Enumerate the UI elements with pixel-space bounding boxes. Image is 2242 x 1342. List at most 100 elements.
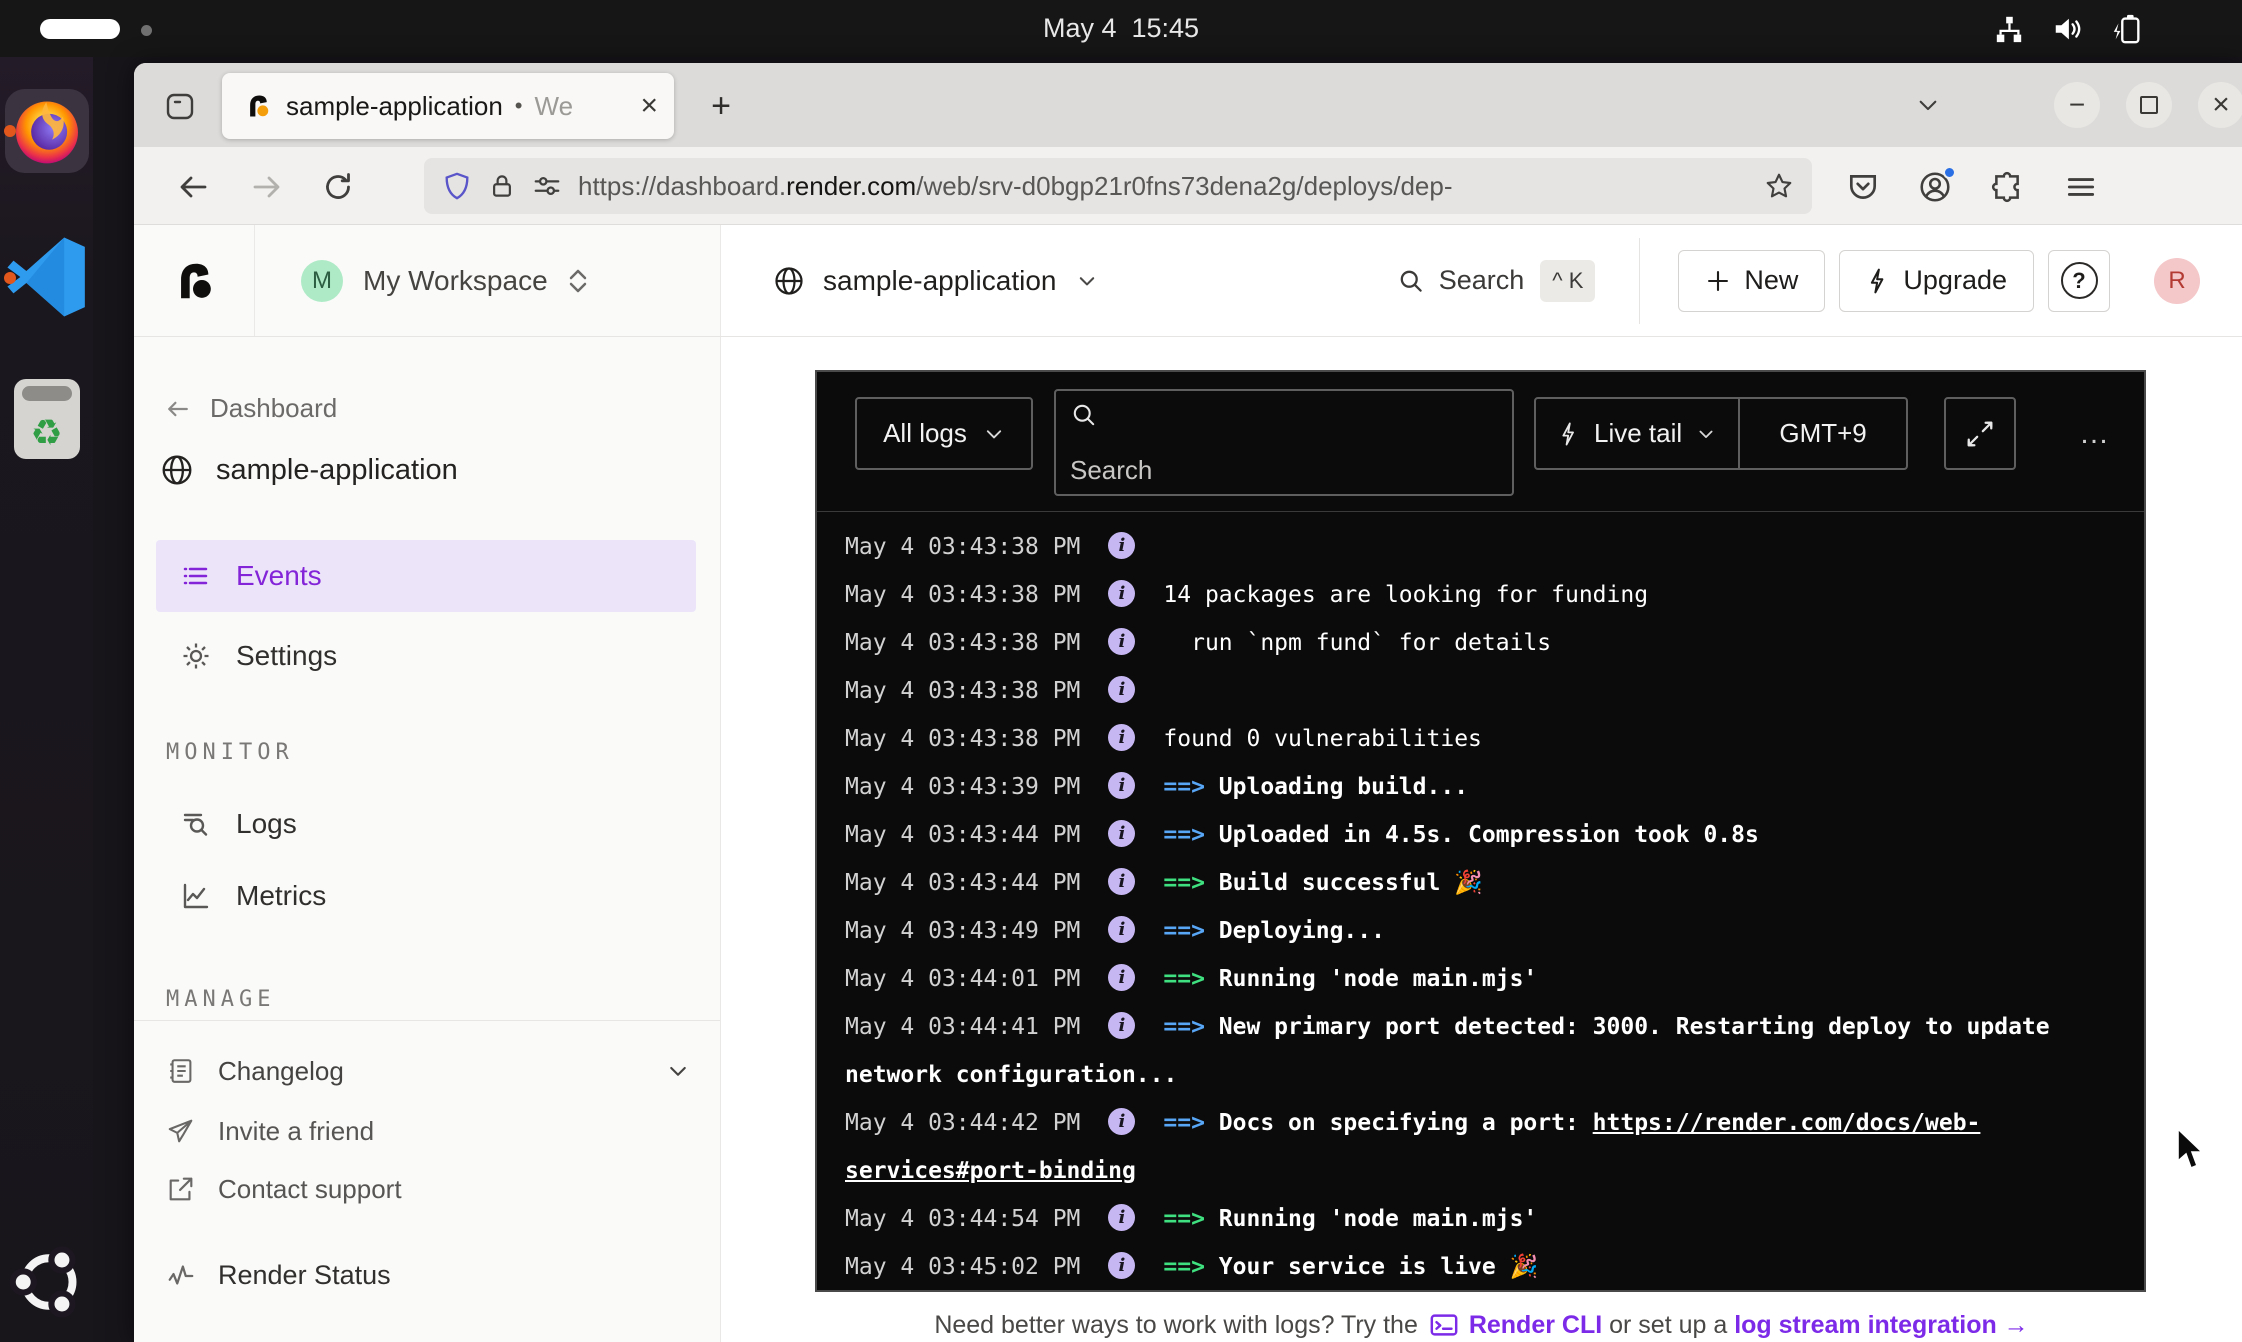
app-header: M My Workspace sample-application <box>134 225 2242 337</box>
log-message: ==> Uploading build... <box>1163 774 1468 800</box>
browser-tab[interactable]: sample-application • We × <box>222 73 674 139</box>
window-minimize-button[interactable]: − <box>2054 82 2100 128</box>
tab-close-button[interactable]: × <box>640 91 658 121</box>
sidebar-service-name[interactable]: sample-application <box>160 453 458 487</box>
sidebar-item-contact-support[interactable]: Contact support <box>166 1161 690 1217</box>
log-message: ==> Uploaded in 4.5s. Compression took 0… <box>1163 822 1758 848</box>
sidebar-item-render-status[interactable]: Render Status <box>166 1247 690 1303</box>
info-icon[interactable]: i <box>1108 580 1135 607</box>
timezone-button[interactable]: GMT+9 <box>1740 418 1906 449</box>
bookmark-star-icon[interactable] <box>1764 171 1794 201</box>
firefox-view-button[interactable] <box>158 87 202 125</box>
sidebar-item-metrics[interactable]: Metrics <box>156 860 696 932</box>
search-shortcut-badge: ^ K <box>1540 260 1595 302</box>
upgrade-button[interactable]: Upgrade <box>1839 250 2034 312</box>
logs-footer-hint: Need better ways to work with logs? Try … <box>721 1310 2242 1340</box>
hamburger-menu-icon[interactable] <box>2064 170 2098 204</box>
log-arrow-blue: ==> <box>1163 1110 1218 1136</box>
live-tail-dropdown[interactable]: Live tail <box>1536 399 1738 468</box>
render-favicon <box>244 92 272 120</box>
log-timestamp: May 4 03:43:38 PM <box>845 678 1080 704</box>
log-message: found 0 vulnerabilities <box>1163 726 1482 752</box>
info-icon[interactable]: i <box>1108 532 1135 559</box>
chevron-up-down-icon <box>566 265 590 297</box>
main-content: All logs Search <box>721 337 2242 1342</box>
log-search-input[interactable]: Search <box>1054 389 1514 496</box>
info-icon[interactable]: i <box>1108 964 1135 991</box>
help-button[interactable]: ? <box>2048 250 2110 312</box>
log-timestamp: May 4 03:43:38 PM <box>845 630 1080 656</box>
extensions-icon[interactable] <box>1990 170 2024 204</box>
ubuntu-logo-icon <box>3 1238 91 1326</box>
dock-firefox[interactable] <box>0 89 93 173</box>
system-clock[interactable]: May 4 15:45 <box>0 0 2242 57</box>
service-selector[interactable]: sample-application <box>773 265 1098 297</box>
workspace-selector[interactable]: M My Workspace <box>255 225 721 336</box>
log-arrow-green: ==> <box>1163 966 1218 992</box>
new-button[interactable]: New <box>1678 250 1825 312</box>
sidebar-item-invite-friend[interactable]: Invite a friend <box>166 1103 690 1159</box>
lock-icon[interactable] <box>488 172 516 200</box>
back-button[interactable] <box>178 171 210 203</box>
info-icon[interactable]: i <box>1108 724 1135 751</box>
log-arrow-green: ==> <box>1163 1206 1218 1232</box>
sidebar-item-events[interactable]: Events <box>156 540 696 612</box>
log-arrow-blue: ==> <box>1163 774 1218 800</box>
tracking-shield-icon[interactable] <box>442 171 472 201</box>
log-row: May 4 03:43:49 PMi==> Deploying... <box>845 907 2116 955</box>
window-maximize-button[interactable] <box>2126 82 2172 128</box>
workspace-name: My Workspace <box>363 265 548 297</box>
info-icon[interactable]: i <box>1108 1108 1135 1135</box>
info-icon[interactable]: i <box>1108 1252 1135 1279</box>
new-tab-button[interactable]: + <box>696 81 746 131</box>
forward-button[interactable] <box>250 171 282 203</box>
sidebar-item-logs[interactable]: Logs <box>156 788 696 860</box>
info-icon[interactable]: i <box>1108 628 1135 655</box>
log-arrow-blue: ==> <box>1163 1014 1218 1040</box>
info-icon[interactable]: i <box>1108 772 1135 799</box>
dock-show-apps-ubuntu[interactable] <box>0 1238 93 1326</box>
log-row: May 4 03:43:44 PM i ==> Uploaded in 4.5s. … <box>845 811 2116 859</box>
global-search[interactable]: Search ^ K <box>1397 260 1596 302</box>
info-icon[interactable]: i <box>1108 676 1135 703</box>
log-timestamp: May 4 03:43:44 PM <box>845 822 1080 848</box>
account-icon[interactable] <box>1918 170 1952 204</box>
log-body[interactable]: May 4 03:43:38 PMiMay 4 03:43:38 PMi14 p… <box>817 513 2144 1290</box>
lightning-icon <box>1866 267 1890 295</box>
trash-icon: ♻ <box>14 379 80 459</box>
log-stream-integration-link[interactable]: log stream integration → <box>1734 1311 2028 1340</box>
log-row: May 4 03:45:02 PMi==> Your service is li… <box>845 1243 2116 1290</box>
sidebar-back-to-dashboard[interactable]: Dashboard <box>164 393 337 424</box>
dock-trash[interactable]: ♻ <box>0 379 93 459</box>
render-logo-cell[interactable] <box>134 225 255 336</box>
workspace-avatar: M <box>301 260 343 302</box>
info-icon[interactable]: i <box>1108 1204 1135 1231</box>
url-bar[interactable]: https://dashboard.render.com/web/srv-d0b… <box>424 158 1812 214</box>
globe-icon <box>160 453 194 487</box>
header-actions: Search ^ K New Upgrade ? <box>1397 238 2242 324</box>
volume-icon <box>2052 14 2082 44</box>
info-icon[interactable]: i <box>1108 820 1135 847</box>
dock-vscode[interactable] <box>0 232 93 322</box>
list-all-tabs-button[interactable] <box>1906 85 1950 125</box>
log-filter-dropdown[interactable]: All logs <box>855 397 1033 470</box>
log-message: ==> Build successful 🎉 <box>1163 870 1482 896</box>
render-cli-link[interactable]: Render CLI <box>1469 1311 1602 1340</box>
user-avatar[interactable]: R <box>2154 258 2200 304</box>
window-close-button[interactable]: × <box>2198 82 2242 128</box>
sidebar-item-settings[interactable]: Settings <box>156 620 696 692</box>
reload-button[interactable] <box>322 171 354 203</box>
log-arrow-blue: ==> <box>1163 918 1218 944</box>
info-icon[interactable]: i <box>1108 916 1135 943</box>
running-indicator-dot <box>4 272 16 284</box>
more-options-button[interactable]: … <box>2065 397 2125 470</box>
sidebar-item-changelog[interactable]: Changelog <box>166 1043 690 1099</box>
info-icon[interactable]: i <box>1108 868 1135 895</box>
expand-logs-button[interactable] <box>1944 397 2016 470</box>
live-tail-control: Live tail GMT+9 <box>1534 397 1908 470</box>
vscode-icon <box>4 232 90 322</box>
system-tray[interactable] <box>1994 0 2144 57</box>
info-icon[interactable]: i <box>1108 1012 1135 1039</box>
pocket-icon[interactable] <box>1846 170 1880 204</box>
permissions-icon[interactable] <box>532 171 562 201</box>
